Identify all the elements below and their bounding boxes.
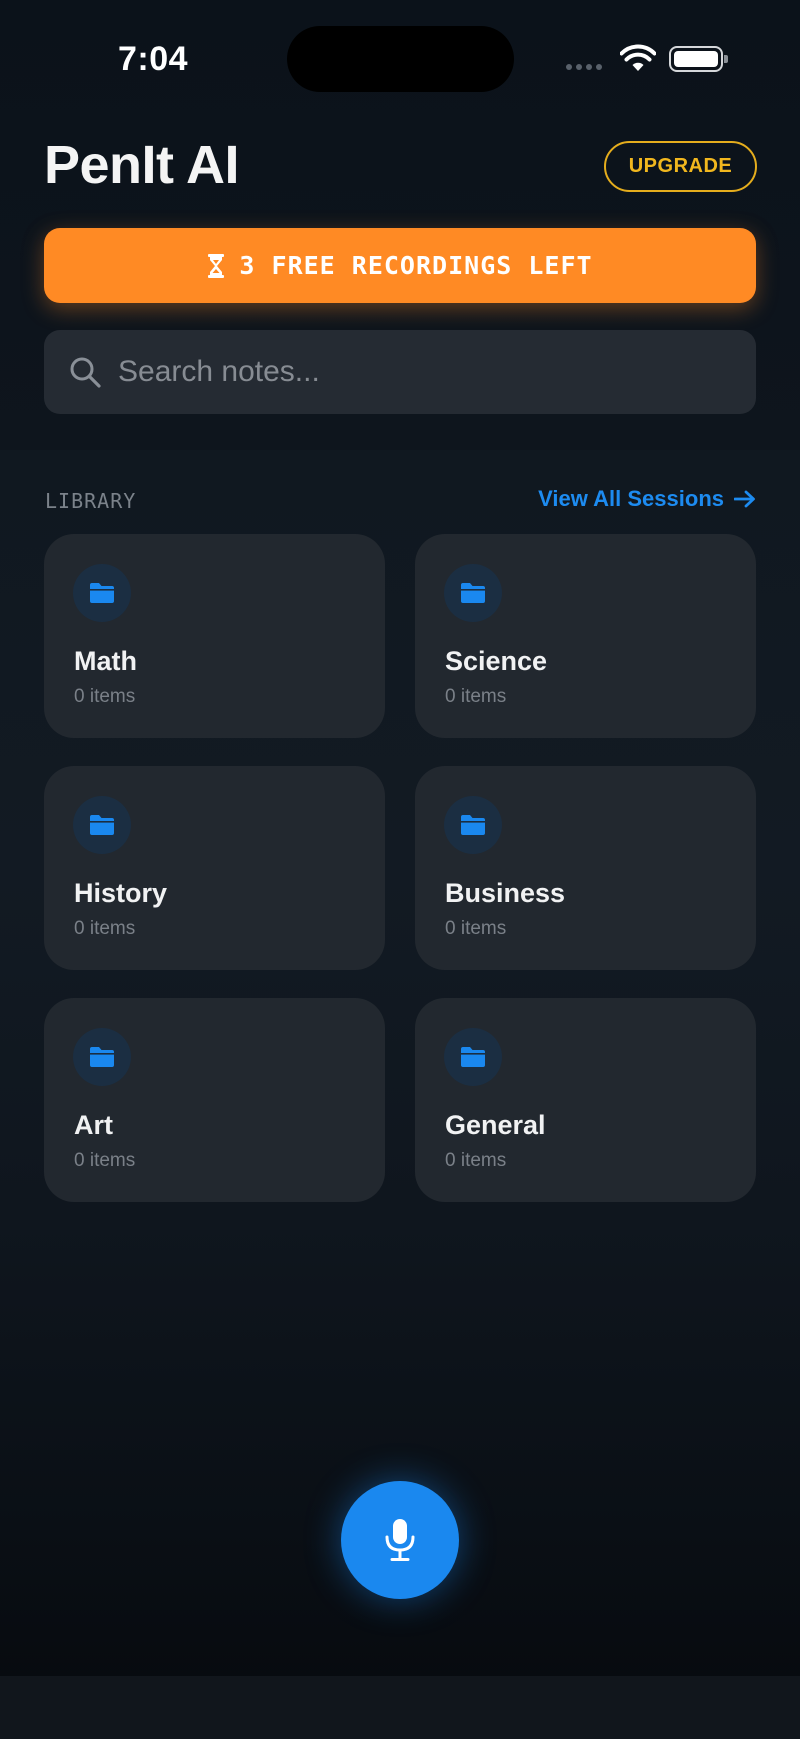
cellular-signal-icon — [566, 64, 602, 70]
folder-icon — [73, 796, 131, 854]
record-button[interactable] — [341, 1481, 459, 1599]
folder-card-general[interactable]: General 0 items — [415, 998, 756, 1202]
folder-item-count: 0 items — [74, 686, 136, 707]
folder-item-count: 0 items — [74, 918, 136, 939]
folder-item-count: 0 items — [445, 686, 507, 707]
folder-icon — [73, 1028, 131, 1086]
wifi-icon — [620, 44, 656, 71]
folder-icon — [444, 796, 502, 854]
app-title: PenIt AI — [44, 135, 240, 195]
hourglass-icon — [208, 253, 225, 278]
folder-name: Math — [74, 646, 137, 676]
arrow-right-icon — [734, 490, 755, 508]
folder-card-art[interactable]: Art 0 items — [44, 998, 385, 1202]
folder-card-math[interactable]: Math 0 items — [44, 534, 385, 738]
folder-name: Science — [445, 646, 548, 676]
folder-item-count: 0 items — [445, 918, 507, 939]
free-recordings-text: 3 FREE RECORDINGS LEFT — [239, 251, 593, 280]
folder-icon — [444, 1028, 502, 1086]
folder-card-business[interactable]: Business 0 items — [415, 766, 756, 970]
search-input[interactable] — [118, 342, 756, 402]
upgrade-button[interactable]: UPGRADE — [604, 141, 757, 192]
folder-name: Business — [445, 878, 566, 908]
battery-icon — [669, 46, 728, 72]
folder-grid: Math 0 items Science 0 items History 0 i… — [44, 534, 756, 1202]
folder-name: History — [74, 878, 168, 908]
folder-item-count: 0 items — [445, 1150, 507, 1171]
folder-card-science[interactable]: Science 0 items — [415, 534, 756, 738]
free-recordings-banner[interactable]: 3 FREE RECORDINGS LEFT — [44, 228, 756, 303]
view-all-sessions-link[interactable]: View All Sessions — [538, 486, 756, 512]
dynamic-island — [287, 26, 514, 92]
folder-name: Art — [74, 1110, 113, 1140]
library-section-label: LIBRARY — [45, 489, 137, 513]
home-indicator-area — [0, 1676, 800, 1739]
folder-name: General — [445, 1110, 546, 1140]
search-icon — [70, 357, 101, 388]
search-bar[interactable] — [44, 330, 756, 414]
folder-icon — [444, 564, 502, 622]
folder-item-count: 0 items — [74, 1150, 136, 1171]
microphone-icon — [385, 1519, 415, 1561]
app-screen: 7:04 PenIt AI UPGRADE 3 FREE RECORDINGS … — [0, 0, 800, 1739]
status-time: 7:04 — [118, 40, 189, 78]
folder-card-history[interactable]: History 0 items — [44, 766, 385, 970]
view-all-sessions-label: View All Sessions — [538, 486, 724, 511]
folder-icon — [73, 564, 131, 622]
